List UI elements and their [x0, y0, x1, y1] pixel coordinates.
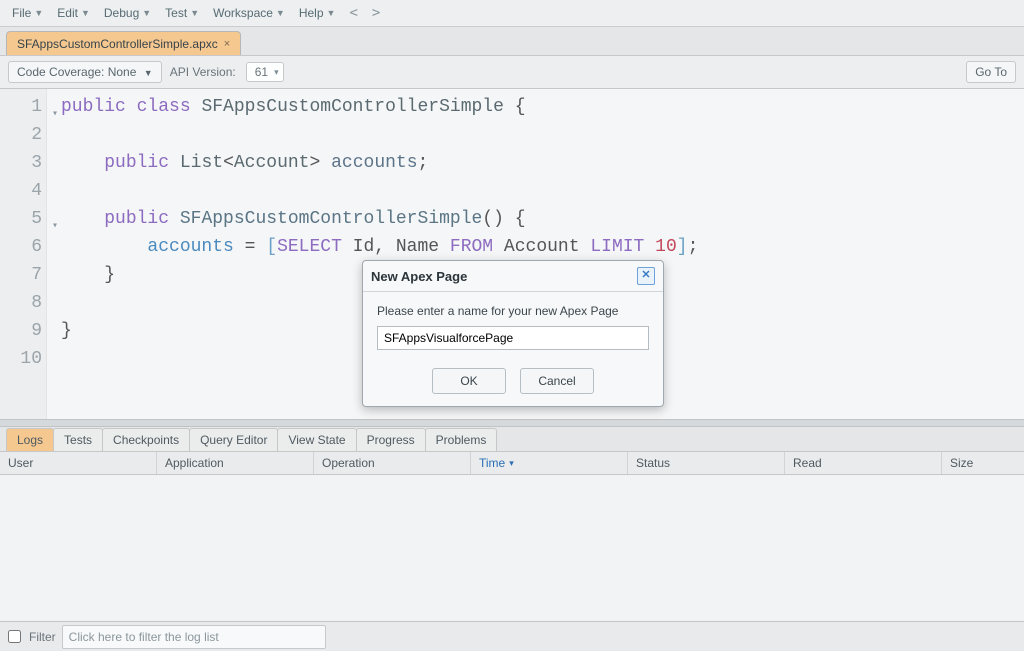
- chevron-down-icon: ▼: [144, 68, 153, 78]
- line-number: 2: [31, 125, 42, 145]
- panel-tab-checkpoints[interactable]: Checkpoints: [102, 428, 190, 451]
- filter-checkbox[interactable]: [8, 630, 21, 643]
- line-number: 9: [31, 321, 42, 341]
- close-icon[interactable]: ×: [224, 38, 230, 50]
- new-apex-page-dialog: New Apex Page ✕ Please enter a name for …: [362, 260, 664, 407]
- chevron-down-icon: ▼: [142, 8, 151, 18]
- panel-tab-progress[interactable]: Progress: [356, 428, 426, 451]
- panel-splitter[interactable]: [0, 419, 1024, 427]
- line-number: 7: [31, 265, 42, 285]
- editor-sub-toolbar: Code Coverage: None ▼ API Version: 61 ▾ …: [0, 56, 1024, 89]
- menu-edit-label: Edit: [57, 6, 78, 20]
- api-version-label: API Version:: [170, 65, 236, 79]
- bottom-panel-tabs: Logs Tests Checkpoints Query Editor View…: [0, 427, 1024, 452]
- editor-tab-active[interactable]: SFAppsCustomControllerSimple.apxc ×: [6, 31, 241, 55]
- col-size[interactable]: Size: [942, 452, 1024, 474]
- api-version-value: 61: [255, 65, 268, 79]
- line-number: 10: [20, 349, 42, 369]
- line-number: 1: [31, 97, 42, 117]
- col-read[interactable]: Read: [785, 452, 942, 474]
- chevron-down-icon: ▼: [34, 8, 43, 18]
- line-number: 3: [31, 153, 42, 173]
- menu-workspace-label: Workspace: [213, 6, 273, 20]
- dialog-prompt: Please enter a name for your new Apex Pa…: [377, 304, 649, 318]
- code-coverage-label: Code Coverage: None: [17, 65, 136, 79]
- dialog-title: New Apex Page: [371, 269, 467, 284]
- line-number: 6: [31, 237, 42, 257]
- col-user[interactable]: User: [0, 452, 157, 474]
- menu-edit[interactable]: Edit▼: [51, 4, 96, 22]
- panel-tab-tests[interactable]: Tests: [53, 428, 103, 451]
- menu-help-label: Help: [299, 6, 324, 20]
- api-version-select[interactable]: 61 ▾: [246, 62, 284, 82]
- logs-body-empty: [0, 475, 1024, 620]
- chevron-down-icon: ▼: [327, 8, 336, 18]
- col-operation[interactable]: Operation: [314, 452, 471, 474]
- col-time[interactable]: Time▾: [471, 452, 628, 474]
- panel-tab-problems[interactable]: Problems: [425, 428, 498, 451]
- ok-button[interactable]: OK: [432, 368, 506, 394]
- nav-back-button[interactable]: <: [343, 5, 363, 21]
- goto-button[interactable]: Go To: [966, 61, 1016, 83]
- filter-input[interactable]: Click here to filter the log list: [62, 625, 326, 649]
- panel-tab-query-editor[interactable]: Query Editor: [189, 428, 278, 451]
- menu-file-label: File: [12, 6, 31, 20]
- chevron-down-icon: ▼: [190, 8, 199, 18]
- menu-debug-label: Debug: [104, 6, 139, 20]
- line-number-gutter: 1▾ 2 3 4 5▾ 6 7 8 9 10: [0, 89, 47, 419]
- logs-column-header: User Application Operation Time▾ Status …: [0, 452, 1024, 475]
- chevron-down-icon: ▾: [274, 67, 279, 78]
- menu-workspace[interactable]: Workspace▼: [207, 4, 291, 22]
- line-number: 5: [31, 209, 42, 229]
- panel-tab-view-state[interactable]: View State: [277, 428, 356, 451]
- nav-forward-button[interactable]: >: [366, 5, 386, 21]
- sort-desc-icon: ▾: [509, 458, 514, 469]
- chevron-down-icon: ▼: [81, 8, 90, 18]
- code-coverage-dropdown[interactable]: Code Coverage: None ▼: [8, 61, 162, 83]
- editor-tab-filename: SFAppsCustomControllerSimple.apxc: [17, 37, 218, 51]
- close-icon[interactable]: ✕: [637, 267, 655, 285]
- page-name-input[interactable]: [377, 326, 649, 350]
- menu-file[interactable]: File▼: [6, 4, 49, 22]
- chevron-down-icon: ▼: [276, 8, 285, 18]
- top-menu-bar: File▼ Edit▼ Debug▼ Test▼ Workspace▼ Help…: [0, 0, 1024, 27]
- footer-bar: Filter Click here to filter the log list: [0, 621, 1024, 651]
- filter-label: Filter: [29, 630, 56, 644]
- menu-test[interactable]: Test▼: [159, 4, 205, 22]
- panel-tab-logs[interactable]: Logs: [6, 428, 54, 451]
- col-status[interactable]: Status: [628, 452, 785, 474]
- menu-help[interactable]: Help▼: [293, 4, 342, 22]
- menu-debug[interactable]: Debug▼: [98, 4, 157, 22]
- line-number: 8: [31, 293, 42, 313]
- cancel-button[interactable]: Cancel: [520, 368, 594, 394]
- menu-test-label: Test: [165, 6, 187, 20]
- editor-tab-bar: SFAppsCustomControllerSimple.apxc ×: [0, 27, 1024, 56]
- col-application[interactable]: Application: [157, 452, 314, 474]
- line-number: 4: [31, 181, 42, 201]
